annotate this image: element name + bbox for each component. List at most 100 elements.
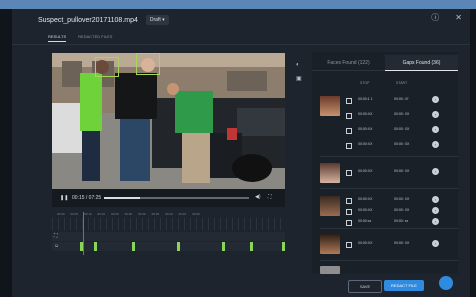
timeline-marker[interactable]: [222, 242, 225, 251]
row-checkbox[interactable]: [346, 242, 352, 248]
row-checkbox[interactable]: [346, 209, 352, 215]
person-icon[interactable]: ☺: [54, 243, 59, 249]
stop-time: 00:00:XX: [358, 142, 373, 146]
row-checkbox[interactable]: [346, 98, 352, 104]
tab-results[interactable]: RESULTS: [48, 34, 67, 42]
start-time: 00:00: XX: [394, 169, 410, 173]
arrow-icon[interactable]: ›: [432, 207, 439, 214]
row-divider: [320, 156, 458, 157]
face-thumbnail[interactable]: [320, 163, 340, 183]
face-thumbnail[interactable]: [320, 96, 340, 116]
arrow-icon[interactable]: ›: [432, 96, 439, 103]
help-icon[interactable]: ⓘ: [431, 12, 439, 23]
gap-row[interactable]: 00:00:XX 00:00: XX ›: [346, 168, 456, 176]
row-checkbox[interactable]: [346, 113, 352, 119]
row-checkbox[interactable]: [346, 220, 352, 226]
timeline-tick-label: 00:00: [57, 212, 65, 216]
timeline-tick-label: 00:45: [178, 212, 187, 216]
row-checkbox[interactable]: [346, 143, 352, 149]
arrow-icon[interactable]: ›: [432, 141, 439, 148]
timeline-marker[interactable]: [282, 242, 285, 251]
arrow-icon[interactable]: ›: [432, 168, 439, 175]
timeline-ticks: 00:00 00:05 00:10 00:15 00:20 00:25 00:30 00:35…: [57, 212, 200, 216]
row-divider: [320, 188, 458, 189]
timeline-tick-label: 00:30: [138, 212, 146, 216]
row-checkbox[interactable]: [346, 170, 352, 176]
tab-redacted-files[interactable]: REDACTED FILES: [78, 34, 112, 42]
status-dropdown[interactable]: Draft ▾: [145, 15, 169, 25]
gap-row[interactable]: 00:00:XX 00:00: XX ›: [346, 111, 456, 119]
timeline-marker[interactable]: [250, 242, 253, 251]
stop-time: 00:00:1 1: [358, 97, 373, 101]
face-thumbnail[interactable]: [320, 196, 340, 216]
stop-time: 00:00:xx: [358, 219, 372, 223]
timeline-marker[interactable]: [94, 242, 97, 251]
face-detection-box[interactable]: [95, 57, 119, 77]
arrow-icon[interactable]: ›: [432, 218, 439, 225]
gap-row[interactable]: 00:00:1 1 00:00: 47 ›: [346, 96, 456, 104]
save-button[interactable]: SAVE: [348, 280, 382, 293]
start-time: 00:00: XX: [394, 127, 410, 131]
face-detection-box[interactable]: [136, 53, 160, 75]
arrow-icon[interactable]: ›: [432, 196, 439, 203]
status-label: Draft: [149, 17, 161, 23]
arrow-icon[interactable]: ›: [432, 126, 439, 133]
start-time: 00:00: xx: [394, 219, 409, 223]
stop-time: 00:00:XX: [358, 241, 373, 245]
timeline-track: ☺: [52, 242, 285, 251]
faces-tool-icon[interactable]: ◐: [296, 58, 302, 72]
stop-time: 00:00:XX: [358, 208, 373, 212]
gap-row[interactable]: 00:00:XX 00:00: XX ›: [346, 196, 456, 204]
tab-faces-found[interactable]: Faces Found (122): [312, 55, 385, 71]
timeline-tick-label: 00:40: [165, 212, 173, 216]
timeline-tick-label: 00:05: [70, 212, 79, 216]
timeline-tick-label: 00:25: [124, 212, 133, 216]
pause-icon[interactable]: ❚❚: [60, 195, 68, 201]
side-tool-icons: ◐ ▣: [296, 58, 302, 86]
face-thumbnail[interactable]: [320, 234, 340, 254]
row-divider: [320, 228, 458, 229]
start-time: 00:00: XX: [394, 241, 410, 245]
start-time: 00:00: XX: [394, 112, 410, 116]
chat-icon[interactable]: [439, 276, 453, 290]
arrow-icon[interactable]: ›: [432, 240, 439, 247]
timeline-marker[interactable]: [132, 242, 135, 251]
seek-progress: [104, 197, 141, 199]
close-icon[interactable]: ✕: [455, 13, 462, 22]
redact-file-button[interactable]: REDACT FILE: [384, 280, 424, 291]
fullscreen-icon[interactable]: ⛶: [268, 194, 272, 200]
film-tool-icon[interactable]: ▣: [296, 72, 302, 86]
start-time: 00:00: 47: [394, 97, 409, 101]
gap-row[interactable]: 00:00:XX 00:00: XX ›: [346, 141, 456, 149]
seek-bar[interactable]: [104, 197, 249, 199]
video-frame[interactable]: [52, 53, 285, 189]
column-start: START: [396, 81, 408, 85]
title-row: Suspect_pullover20171108.mp4 Draft ▾: [38, 13, 169, 27]
expand-icon[interactable]: ⛶: [54, 233, 58, 239]
timeline-tick-label: 00:15: [97, 212, 106, 216]
column-stop: STOP: [360, 81, 370, 85]
gap-row[interactable]: 00:00:xx 00:00: xx ›: [346, 218, 456, 226]
panel-tabs: Faces Found (122) Gaps Found (36): [312, 55, 458, 71]
timeline-tick-label: 00:35: [151, 212, 160, 216]
header-divider: [12, 44, 470, 45]
timeline[interactable]: 00:00 00:05 00:10 00:15 00:20 00:25 00:30 00:35…: [52, 212, 285, 255]
header-icons: ⓘ ✕: [431, 12, 462, 23]
results-panel: Faces Found (122) Gaps Found (36) STOP S…: [312, 52, 458, 274]
arrow-icon[interactable]: ›: [432, 111, 439, 118]
tab-gaps-found[interactable]: Gaps Found (36): [385, 55, 458, 71]
volume-icon[interactable]: ◀): [255, 194, 261, 200]
row-divider: [320, 260, 458, 261]
os-top-bar: [0, 0, 476, 9]
row-checkbox[interactable]: [346, 198, 352, 204]
timeline-marker[interactable]: [177, 242, 180, 251]
timeline-playhead[interactable]: [83, 212, 84, 255]
gap-row[interactable]: 00:00:XX 00:00: XX ›: [346, 126, 456, 134]
stop-time: 00:00:XX: [358, 197, 373, 201]
row-checkbox[interactable]: [346, 128, 352, 134]
gap-row[interactable]: 00:00:XX 00:00: XX ›: [346, 207, 456, 215]
gap-row[interactable]: 00:00:XX 00:00: XX ›: [346, 240, 456, 248]
timeline-track: ⛶: [52, 232, 285, 241]
timeline-tick-label: 00:50: [192, 212, 200, 216]
face-thumbnail[interactable]: [320, 266, 340, 274]
